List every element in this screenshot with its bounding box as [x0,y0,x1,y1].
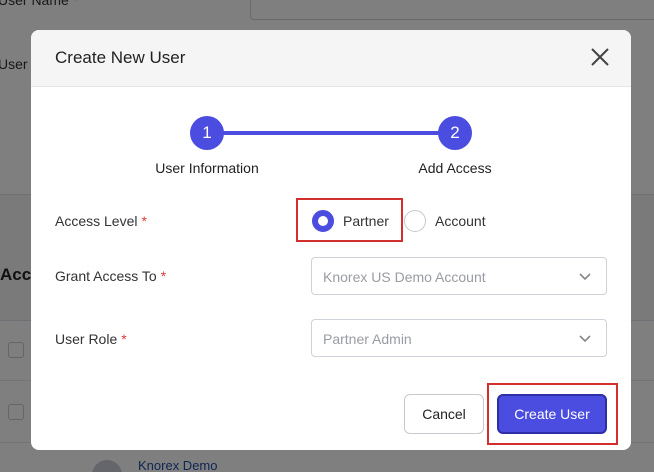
close-icon [591,48,609,66]
user-role-value: Partner Admin [323,331,412,347]
step-1-label: User Information [155,160,259,176]
cancel-button[interactable]: Cancel [404,394,484,434]
chevron-down-icon [579,335,591,343]
grant-access-select[interactable]: Knorex US Demo Account [311,257,607,295]
access-level-label-text: Access Level [55,213,138,229]
radio-account-label: Account [435,213,486,229]
radio-account[interactable]: Account [404,210,486,232]
user-role-select[interactable]: Partner Admin [311,319,607,357]
required-marker: * [141,213,147,229]
stepper-line [221,131,456,135]
grant-access-label: Grant Access To * [55,268,166,284]
modal-title: Create New User [55,48,186,67]
user-role-label-text: User Role [55,331,118,347]
chevron-down-icon [579,273,591,281]
required-marker: * [121,331,127,347]
radio-account-dot[interactable] [404,210,426,232]
radio-partner-label: Partner [343,213,389,229]
radio-partner[interactable]: Partner [312,210,389,232]
modal-header: Create New User [31,30,631,87]
grant-access-label-text: Grant Access To [55,268,157,284]
access-level-label: Access Level * [55,213,147,229]
required-marker: * [160,268,167,284]
grant-access-value: Knorex US Demo Account [323,269,486,285]
close-button[interactable] [587,44,613,70]
step-1-circle: 1 [190,116,224,150]
step-2-label: Add Access [418,160,492,176]
user-role-label: User Role * [55,331,127,347]
create-user-highlight-box [487,383,618,445]
step-2-circle: 2 [438,116,472,150]
radio-partner-dot[interactable] [312,210,334,232]
